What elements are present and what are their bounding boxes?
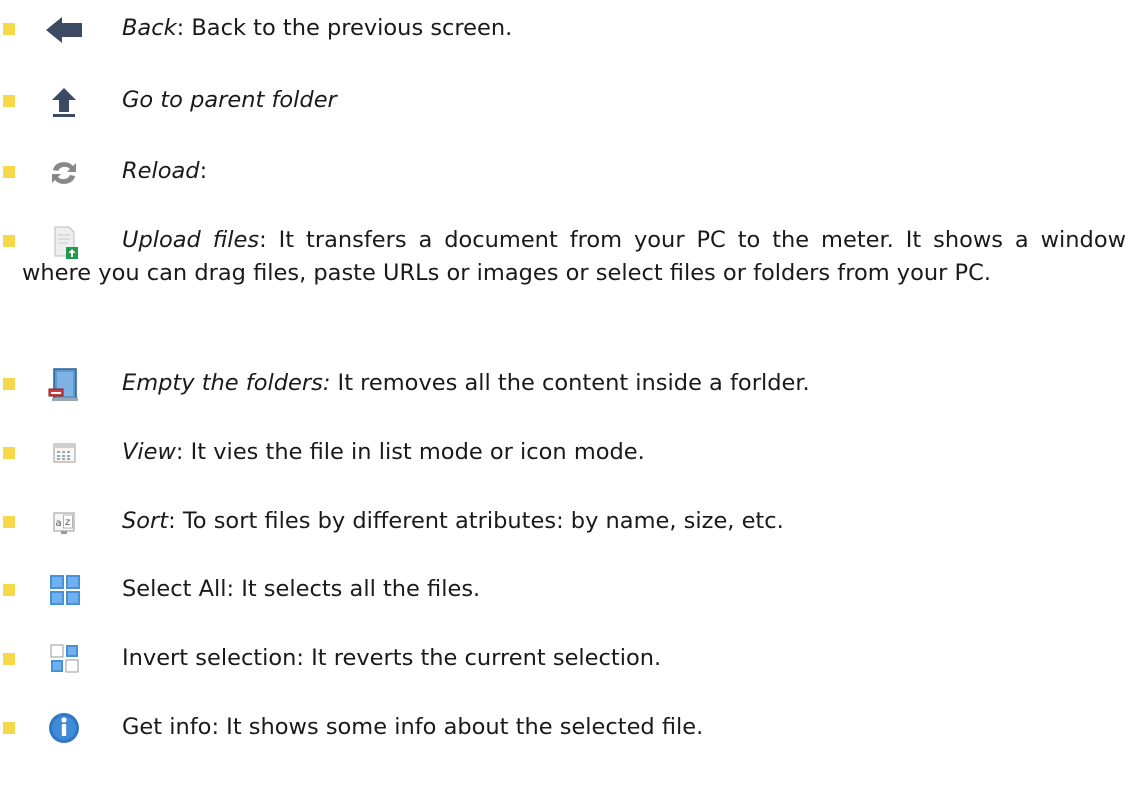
item-description: It vies the file in list mode or icon mo… xyxy=(183,439,645,465)
item-text: Go to parent folder xyxy=(122,84,1126,117)
empty-folder-icon xyxy=(40,365,88,405)
item-term: Upload files xyxy=(122,227,260,253)
invert-selection-icon xyxy=(40,640,88,680)
item-text: Select All: It selects all the files. xyxy=(122,576,481,602)
list-item-view: View: It vies the file in list mode or i… xyxy=(0,434,1140,474)
view-icon xyxy=(40,434,88,474)
select-all-icon xyxy=(40,571,88,611)
item-description: To sort files by different atributes: by… xyxy=(175,508,784,534)
list-item-invert-selection: Invert selection: It reverts the current… xyxy=(0,640,1140,680)
list-item-sort: a z Sort: To sort files by different atr… xyxy=(0,503,1140,543)
item-term: View xyxy=(122,439,176,465)
item-separator: : xyxy=(168,508,176,534)
item-text: Back: Back to the previous screen. xyxy=(122,12,1126,45)
item-text: Invert selection: It reverts the current… xyxy=(122,645,662,671)
item-separator: : xyxy=(199,158,208,184)
info-icon xyxy=(40,709,88,749)
up-arrow-icon xyxy=(40,82,88,122)
list-item-empty-folders: Empty the folders: It removes all the co… xyxy=(0,365,1140,405)
bullet-marker xyxy=(3,722,15,734)
item-term: Back xyxy=(122,15,177,41)
list-item-get-info: Get info: It shows some info about the s… xyxy=(0,709,1140,749)
svg-text:a: a xyxy=(56,518,62,529)
item-term: Empty the folders: xyxy=(122,370,331,396)
list-item-back: Back: Back to the previous screen. xyxy=(0,10,1140,50)
bullet-marker xyxy=(3,584,15,596)
bullet-marker xyxy=(3,95,15,107)
list-item-upload-files: Upload files: It transfers a document fr… xyxy=(0,222,1140,332)
list-item-parent-folder: Go to parent folder xyxy=(0,82,1140,122)
item-term: Go to parent folder xyxy=(122,87,337,113)
item-text: Get info: It shows some info about the s… xyxy=(122,714,704,740)
bullet-marker xyxy=(3,447,15,459)
list-item-reload: Reload: xyxy=(0,153,1140,193)
item-description: It removes all the content inside a forl… xyxy=(330,370,810,396)
sort-icon: a z xyxy=(40,503,88,543)
bullet-marker xyxy=(3,653,15,665)
item-description: Back to the previous screen. xyxy=(184,15,513,41)
svg-text:z: z xyxy=(65,517,70,528)
item-text: Empty the folders: It removes all the co… xyxy=(122,367,1126,400)
list-item-select-all: Select All: It selects all the files. xyxy=(0,571,1140,611)
help-document: Back: Back to the previous screen. Go to… xyxy=(0,0,1147,801)
item-separator: : xyxy=(259,227,267,253)
bullet-marker xyxy=(3,378,15,390)
bullet-marker xyxy=(3,235,15,247)
back-arrow-icon xyxy=(40,10,88,50)
bullet-marker xyxy=(3,516,15,528)
bullet-marker xyxy=(3,23,15,35)
item-text: View: It vies the file in list mode or i… xyxy=(122,436,1126,469)
item-term: Sort xyxy=(122,508,169,534)
item-term: Reload xyxy=(122,158,200,184)
item-text: Reload: xyxy=(122,155,1126,188)
item-text: Sort: To sort files by different atribut… xyxy=(122,505,1126,538)
bullet-marker xyxy=(3,166,15,178)
item-text: Upload files: It transfers a document fr… xyxy=(22,224,1126,290)
reload-icon xyxy=(40,153,88,193)
